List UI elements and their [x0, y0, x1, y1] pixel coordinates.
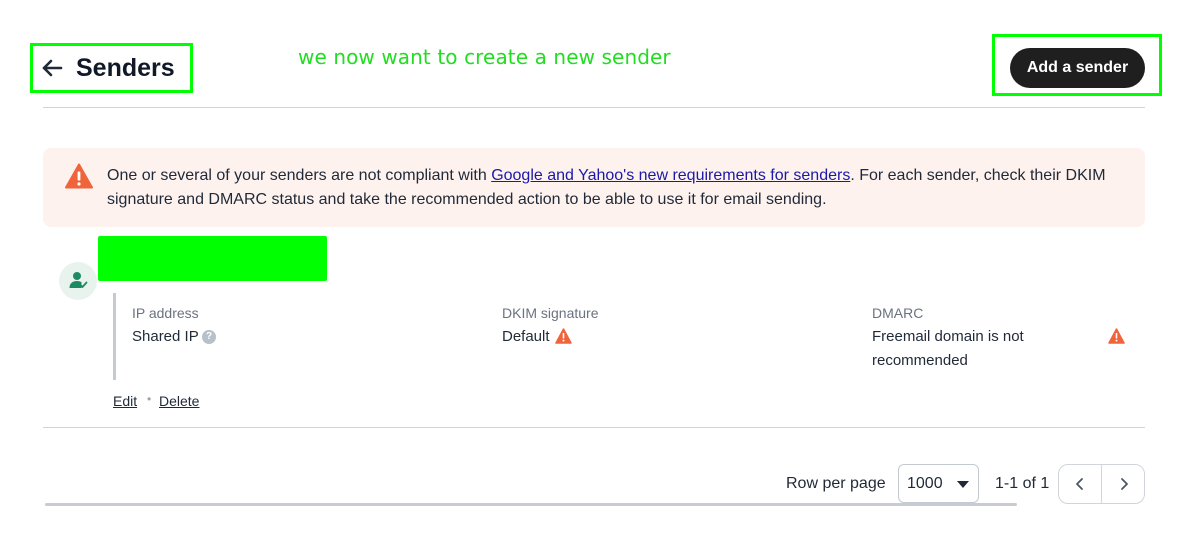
- requirements-link[interactable]: Google and Yahoo's new requirements for …: [491, 167, 850, 184]
- ip-address-value: Shared IP: [132, 328, 199, 345]
- page-title: Senders: [76, 54, 175, 82]
- detail-bar: [113, 293, 116, 380]
- help-icon[interactable]: ?: [202, 330, 216, 344]
- chevron-right-icon: [1120, 478, 1128, 490]
- annotation-text: we now want to create a new sender: [298, 45, 671, 69]
- add-sender-button[interactable]: Add a sender: [1010, 48, 1145, 88]
- compliance-alert: One or several of your senders are not c…: [43, 148, 1145, 227]
- dkim-label: DKIM signature: [502, 305, 599, 321]
- next-page-button[interactable]: [1102, 465, 1145, 503]
- rows-per-page-label: Row per page: [786, 475, 886, 492]
- pagination-controls: [1058, 464, 1145, 504]
- avatar: [59, 262, 97, 300]
- warning-icon: [65, 163, 93, 189]
- ip-address-label: IP address: [132, 305, 199, 321]
- dmarc-label: DMARC: [872, 305, 924, 321]
- header-divider: [43, 107, 1145, 108]
- dkim-warning-icon[interactable]: [555, 328, 572, 344]
- rows-per-page-select[interactable]: 1000: [898, 464, 979, 503]
- back-arrow-icon[interactable]: [40, 56, 64, 80]
- alert-text-before: One or several of your senders are not c…: [107, 167, 492, 184]
- dmarc-value: Freemail domain is not recommended: [872, 328, 1024, 369]
- horizontal-scrollbar[interactable]: [45, 503, 1017, 506]
- pagination-range: 1-1 of 1: [995, 475, 1050, 492]
- alert-message: One or several of your senders are not c…: [107, 164, 1117, 212]
- separator-dot: •: [147, 392, 152, 406]
- dmarc-warning-icon[interactable]: [1108, 328, 1125, 344]
- caret-down-icon: [957, 481, 969, 488]
- delete-link[interactable]: Delete: [159, 393, 199, 409]
- previous-page-button[interactable]: [1059, 465, 1102, 503]
- dkim-value: Default: [502, 328, 550, 345]
- list-divider: [43, 427, 1145, 428]
- edit-link[interactable]: Edit: [113, 393, 137, 409]
- chevron-left-icon: [1076, 478, 1083, 490]
- sender-name-redacted: [98, 236, 327, 281]
- rows-per-page-value: 1000: [907, 475, 943, 492]
- verified-user-icon: [69, 272, 88, 288]
